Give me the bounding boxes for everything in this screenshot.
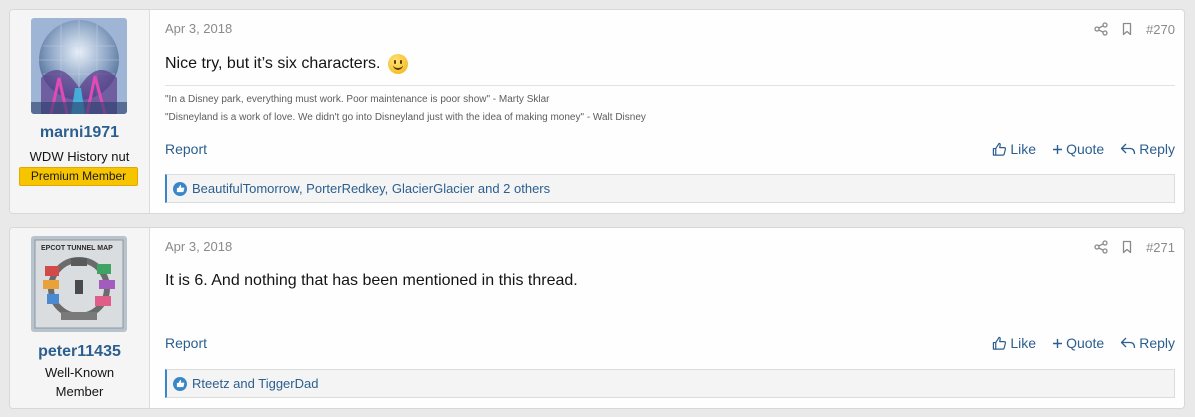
post-meta: #271 [1094,238,1175,256]
avatar[interactable]: EPCOT TUNNEL MAP [31,236,127,332]
post-date[interactable]: Apr 3, 2018 [165,239,232,254]
post-271: EPCOT TUNNEL MAP peter11435 Well-Known M… [9,227,1185,409]
report-link[interactable]: Report [165,335,207,351]
avatar[interactable] [31,18,127,114]
avatar-caption: EPCOT TUNNEL MAP [41,245,113,252]
post-number[interactable]: #271 [1146,240,1175,255]
post-date[interactable]: Apr 3, 2018 [165,21,232,36]
thumbs-up-icon [993,336,1007,350]
user-cell: marni1971 WDW History nut Premium Member [10,10,150,213]
share-icon[interactable] [1094,22,1108,36]
like-reaction-icon [173,181,187,196]
post-meta: #270 [1094,20,1175,38]
user-title-line: Member [55,384,104,399]
username[interactable]: peter11435 [10,343,149,361]
smile-emoji-icon [388,54,409,74]
premium-member-banner: Premium Member [19,167,138,186]
user-cell: EPCOT TUNNEL MAP peter11435 Well-Known M… [10,228,150,408]
user-title: WDW History nut [29,149,130,164]
reply-label: Reply [1139,141,1175,157]
quote-button[interactable]: Quote [1052,141,1104,157]
thumbs-up-icon [993,142,1007,156]
reaction-users[interactable]: BeautifulTomorrow, PorterRedkey, Glacier… [192,181,550,196]
post-message: Nice try, but it’s six characters. [165,54,409,74]
post-270: marni1971 WDW History nut Premium Member… [9,9,1185,214]
post-actions: Report Like Quote Reply [165,141,1175,161]
like-button[interactable]: Like [992,141,1036,157]
reactions-bar: Rteetz and TiggerDad [165,369,1175,398]
reply-arrow-icon [1121,337,1136,349]
signature-line: "In a Disney park, everything must work.… [165,94,550,105]
user-title-line: Well-Known [44,365,115,380]
quote-label: Quote [1066,141,1105,157]
post-actions: Report Like Quote Reply [165,335,1175,355]
like-button[interactable]: Like [992,335,1036,351]
message-text: Nice try, but it’s six characters. [165,55,381,72]
like-label: Like [1010,335,1037,351]
post-message: It is 6. And nothing that has been menti… [165,272,578,290]
post-number[interactable]: #270 [1146,22,1175,37]
quote-button[interactable]: Quote [1052,335,1104,351]
reply-button[interactable]: Reply [1120,141,1175,157]
signature-divider [165,85,1175,86]
reply-arrow-icon [1121,143,1136,155]
reaction-users[interactable]: Rteetz and TiggerDad [192,376,318,391]
quote-label: Quote [1066,335,1105,351]
username[interactable]: marni1971 [10,124,149,142]
signature-line: "Disneyland is a work of love. We didn't… [165,112,646,123]
like-reaction-icon [173,376,187,391]
reply-label: Reply [1139,335,1175,351]
share-icon[interactable] [1094,240,1108,254]
plus-icon [1053,144,1063,154]
reactions-bar: BeautifulTomorrow, PorterRedkey, Glacier… [165,174,1175,203]
bookmark-icon[interactable] [1120,240,1134,254]
message-text: It is 6. And nothing that has been menti… [165,272,578,289]
post-content: Apr 3, 2018 #270 Nice try, but it’s six … [165,10,1175,213]
post-content: Apr 3, 2018 #271 It is 6. And nothing th… [165,228,1175,408]
plus-icon [1053,338,1063,348]
reply-button[interactable]: Reply [1120,335,1175,351]
like-label: Like [1010,141,1037,157]
bookmark-icon[interactable] [1120,22,1134,36]
report-link[interactable]: Report [165,141,207,157]
